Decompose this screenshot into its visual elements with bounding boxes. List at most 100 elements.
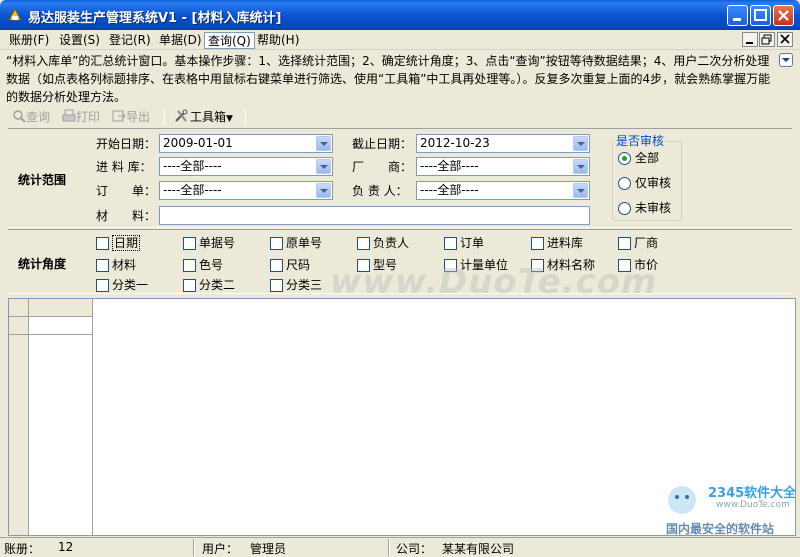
vendor-label: 厂 商：	[352, 160, 413, 174]
audit-title: 是否审核	[614, 132, 667, 149]
check-owner[interactable]: 负责人	[357, 236, 409, 252]
check-category-2[interactable]: 分类二	[183, 278, 235, 294]
radio-checked-icon[interactable]	[618, 152, 631, 165]
owner-select[interactable]: ----全部----	[416, 181, 590, 200]
chevron-down-icon[interactable]	[316, 159, 331, 174]
checkbox-icon[interactable]	[357, 237, 370, 250]
print-label: 打印	[76, 110, 101, 124]
end-date-picker[interactable]: 2012-10-23	[416, 134, 590, 153]
restore-icon	[761, 34, 772, 45]
material-input[interactable]	[159, 206, 590, 225]
checkbox-icon[interactable]	[270, 259, 283, 272]
dropdown-arrow-icon: ▼	[226, 114, 233, 124]
check-date[interactable]: 日期	[96, 235, 141, 252]
menu-query[interactable]: 查询(Q)	[204, 32, 255, 49]
audit-option-label: 全部	[635, 151, 660, 165]
status-separator	[193, 539, 195, 556]
radio-unchecked-icon[interactable]	[618, 177, 631, 190]
check-color[interactable]: 色号	[183, 258, 223, 274]
toolbar-separator	[164, 110, 165, 125]
mdi-restore-button[interactable]	[759, 32, 775, 47]
end-date-label: 截止日期：	[352, 137, 413, 151]
mdi-minimize-button[interactable]	[742, 32, 758, 47]
mdi-close-button[interactable]	[777, 32, 793, 47]
checkbox-icon[interactable]	[96, 259, 109, 272]
check-size[interactable]: 尺码	[270, 258, 310, 274]
status-company-value: 某某有限公司	[442, 542, 515, 556]
check-material[interactable]: 材料	[96, 258, 136, 274]
mascot-icon	[668, 486, 696, 514]
grid-cell[interactable]	[29, 317, 93, 335]
watermark-logo-url: www.DuoTe.com	[716, 500, 790, 510]
toolbox-button[interactable]: 工具箱▼	[174, 109, 233, 126]
checkbox-icon[interactable]	[531, 237, 544, 250]
watermark-logo: 2345软件大全 www.DuoTe.com 国内最安全的软件站	[660, 480, 796, 536]
maximize-icon	[754, 9, 767, 21]
check-category-3[interactable]: 分类三	[270, 278, 322, 294]
checkbox-icon[interactable]	[444, 237, 457, 250]
checkbox-icon[interactable]	[183, 259, 196, 272]
start-date-picker[interactable]: 2009-01-01	[159, 134, 333, 153]
export-button[interactable]: 导出	[112, 109, 150, 126]
audit-radio-unapproved[interactable]: 未审核	[618, 201, 671, 217]
warehouse-select[interactable]: ----全部----	[159, 157, 333, 176]
radio-unchecked-icon[interactable]	[618, 202, 631, 215]
check-orig-no[interactable]: 原单号	[270, 236, 322, 252]
order-select[interactable]: ----全部----	[159, 181, 333, 200]
help-text: “材料入库单”的汇总统计窗口。基本操作步骤：1、选择统计范围；2、确定统计角度；…	[6, 54, 771, 104]
checkbox-icon[interactable]	[183, 237, 196, 250]
status-company-label: 公司：	[396, 542, 433, 556]
check-label: 订单	[460, 236, 485, 250]
check-doc-no[interactable]: 单据号	[183, 236, 235, 252]
chevron-down-icon[interactable]	[573, 159, 588, 174]
grid-column-header[interactable]	[29, 299, 93, 317]
search-icon	[13, 110, 26, 123]
check-category-1[interactable]: 分类一	[96, 278, 148, 294]
order-label: 订 单：	[96, 184, 157, 198]
check-label: 单据号	[199, 236, 236, 250]
close-button[interactable]	[773, 5, 794, 26]
vendor-select[interactable]: ----全部----	[416, 157, 590, 176]
status-separator	[388, 539, 390, 556]
check-order[interactable]: 订单	[444, 236, 484, 252]
toolbox-label: 工具箱	[190, 110, 227, 124]
chevron-down-icon[interactable]	[316, 183, 331, 198]
audit-option-label: 未审核	[635, 201, 672, 215]
minimize-button[interactable]	[727, 5, 748, 26]
range-title: 统计范围	[18, 173, 67, 187]
audit-radio-approved[interactable]: 仅审核	[618, 176, 671, 192]
audit-radio-all[interactable]: 全部	[618, 151, 659, 167]
close-icon	[780, 34, 790, 44]
tools-icon	[175, 109, 188, 122]
checkbox-icon[interactable]	[618, 237, 631, 250]
checkbox-icon[interactable]	[183, 279, 196, 292]
checkbox-icon[interactable]	[270, 237, 283, 250]
chevron-down-icon[interactable]	[573, 136, 588, 151]
maximize-button[interactable]	[750, 5, 771, 26]
checkbox-icon[interactable]	[270, 279, 283, 292]
print-button[interactable]: 打印	[62, 109, 100, 126]
chevron-down-icon[interactable]	[573, 183, 588, 198]
status-user-label: 用户：	[202, 542, 239, 556]
range-panel: 统计范围 开始日期： 2009-01-01 截止日期： 2012-10-23 进…	[8, 128, 792, 228]
grid-corner[interactable]	[9, 299, 29, 317]
menu-documents[interactable]: 单据(D)	[156, 32, 205, 49]
check-warehouse[interactable]: 进料库	[531, 236, 583, 252]
owner-label: 负 责 人：	[352, 184, 408, 198]
check-vendor[interactable]: 厂商	[618, 236, 658, 252]
checkbox-icon[interactable]	[96, 279, 109, 292]
warehouse-label: 进 料 库：	[96, 160, 152, 174]
grid-column	[29, 317, 93, 535]
start-date-label: 开始日期：	[96, 137, 157, 151]
query-button[interactable]: 查询	[12, 109, 50, 126]
status-book-value: 12	[58, 540, 74, 554]
menu-register[interactable]: 登记(R)	[106, 32, 154, 49]
checkbox-icon[interactable]	[96, 237, 109, 250]
grid-row-header[interactable]	[9, 317, 29, 335]
angle-title: 统计角度	[18, 257, 67, 271]
menu-settings[interactable]: 设置(S)	[56, 32, 103, 49]
menu-help[interactable]: 帮助(H)	[254, 32, 302, 49]
menu-book[interactable]: 账册(F)	[6, 32, 52, 49]
chevron-down-icon[interactable]	[316, 136, 331, 151]
help-collapse-button[interactable]	[779, 53, 793, 67]
